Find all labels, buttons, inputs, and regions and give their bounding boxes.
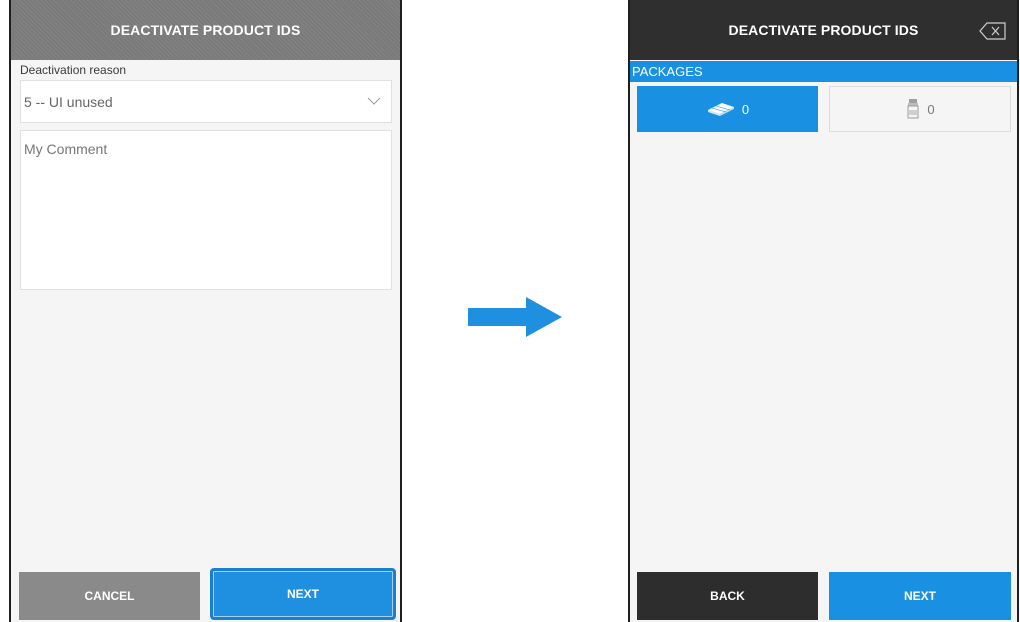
- left-screen: DEACTIVATE PRODUCT IDS Deactivation reas…: [9, 0, 402, 622]
- right-screen: DEACTIVATE PRODUCT IDS PACKAGES 0 0 BACK…: [628, 0, 1019, 622]
- page-title: DEACTIVATE PRODUCT IDS: [630, 0, 1017, 60]
- packs-count: 0: [741, 101, 750, 117]
- next-button[interactable]: NEXT: [829, 572, 1011, 620]
- next-button[interactable]: NEXT: [210, 568, 396, 620]
- packs-tile[interactable]: 0: [637, 86, 818, 132]
- deactivation-reason-value: 5 -- UI unused: [24, 93, 113, 110]
- chevron-down-icon: [367, 97, 381, 105]
- bottle-icon: [907, 99, 919, 119]
- bottles-count: 0: [927, 101, 935, 117]
- packages-section-header: PACKAGES: [630, 61, 1017, 82]
- pack-icon: [707, 103, 734, 116]
- arrow-right-icon: [468, 297, 562, 337]
- deactivation-reason-label: Deactivation reason: [20, 63, 127, 77]
- comment-placeholder: My Comment: [24, 141, 108, 157]
- page-title: DEACTIVATE PRODUCT IDS: [11, 0, 400, 60]
- bottles-tile[interactable]: 0: [829, 86, 1011, 132]
- comment-field[interactable]: My Comment: [20, 130, 392, 290]
- page-title-text: DEACTIVATE PRODUCT IDS: [728, 22, 919, 38]
- back-button[interactable]: BACK: [637, 572, 818, 620]
- deactivation-reason-select[interactable]: 5 -- UI unused: [20, 80, 392, 123]
- cancel-button[interactable]: CANCEL: [19, 572, 200, 620]
- backspace-icon[interactable]: [979, 22, 1007, 40]
